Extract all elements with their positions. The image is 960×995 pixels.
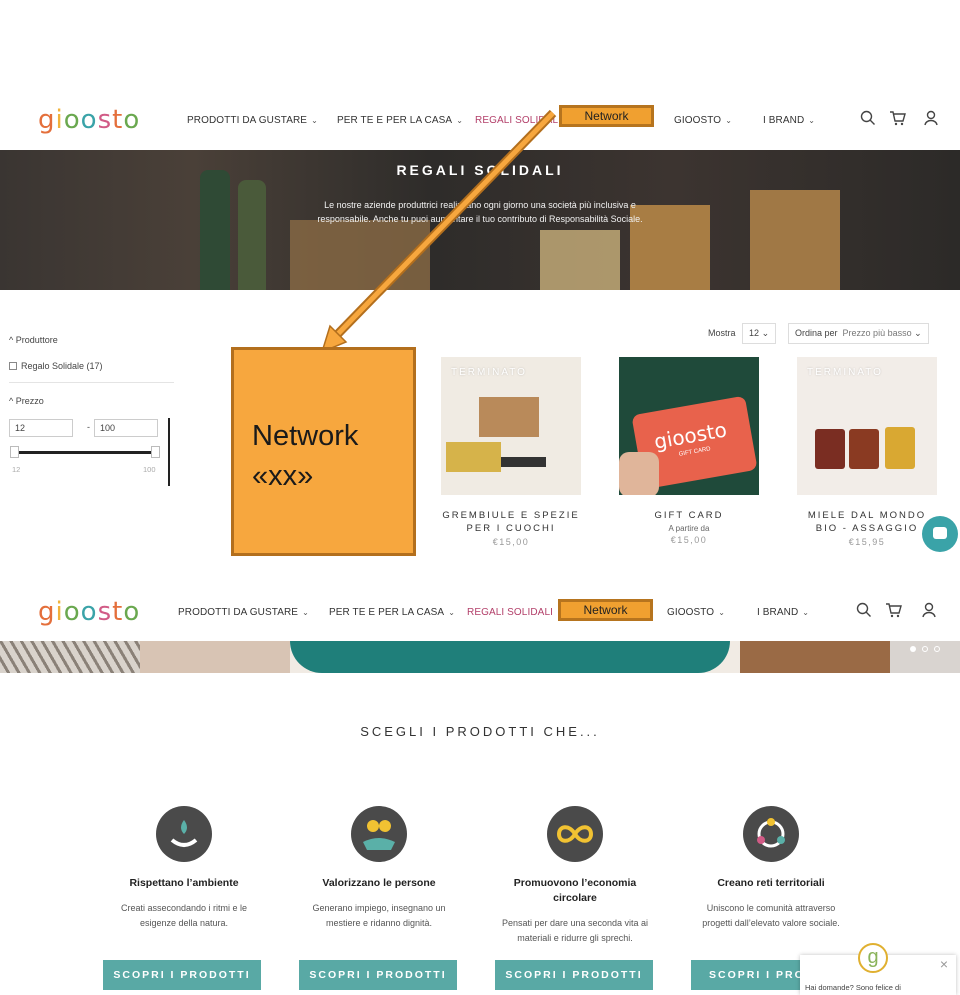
scopri-prodotti-button[interactable]: SCOPRI I PRODOTTI [103, 960, 261, 990]
annotation-line: «xx» [252, 460, 314, 492]
gioosto-logo[interactable]: gioosto [38, 597, 140, 627]
section-title: SCEGLI I PRODOTTI CHE... [360, 724, 600, 739]
infinity-icon [547, 806, 603, 862]
feature-desc: Creati assecondando i ritmi e le esigenz… [120, 903, 248, 928]
annotation-line: Network [252, 420, 359, 452]
chevron-down-icon: ⌄ [302, 607, 309, 617]
feature-title: Valorizzano le persone [322, 877, 436, 889]
feature-persone: Valorizzano le persone Generano impiego,… [299, 806, 459, 931]
nav-label: GIOOSTO [667, 606, 715, 618]
slider-dot[interactable] [910, 646, 916, 652]
nav-i-brand[interactable]: I BRAND ⌄ [757, 607, 809, 618]
scopri-prodotti-button[interactable]: SCOPRI I PRODOTTI [495, 960, 653, 990]
network-annotation-box: Network «xx» [231, 347, 416, 556]
slider-dot[interactable] [922, 646, 928, 652]
feature-desc: Pensati per dare una seconda vita ai mat… [501, 918, 649, 943]
user-icon[interactable] [922, 602, 936, 623]
nav-label: I BRAND [757, 606, 799, 618]
nav-label: PRODOTTI DA GUSTARE [178, 606, 299, 618]
feature-title: Rispettano l’ambiente [129, 877, 239, 889]
feature-title: Promuovono l’economia circolare [513, 877, 637, 904]
nav-prodotti-da-gustare[interactable]: PRODOTTI DA GUSTARE ⌄ [178, 607, 309, 618]
people-icon [351, 806, 407, 862]
feature-reti-territoriali: Creano reti territoriali Uniscono le com… [691, 806, 851, 931]
search-icon[interactable] [856, 602, 872, 623]
feature-ambiente: Rispettano l’ambiente Creati assecondand… [104, 806, 264, 931]
teal-bowl-image [290, 641, 730, 673]
textile-image [0, 641, 140, 673]
feature-desc: Generano impiego, insegnano un mestiere … [312, 903, 446, 928]
feature-title: Creano reti territoriali [717, 877, 825, 889]
nav-per-te-e-per-la-casa[interactable]: PER TE E PER LA CASA ⌄ [329, 607, 455, 618]
hero-slider[interactable] [0, 641, 960, 673]
nav-regali-solidali[interactable]: REGALI SOLIDALI [467, 607, 553, 618]
chat-popup-message: Hai domande? Sono felice di [805, 983, 901, 992]
network-icon [743, 806, 799, 862]
nav-label: PER TE E PER LA CASA [329, 606, 445, 618]
feature-desc: Uniscono le comunità attraverso progetti… [702, 903, 840, 928]
nav-network-highlight[interactable]: Network [558, 599, 653, 621]
chevron-down-icon: ⌄ [802, 607, 810, 617]
leaf-hand-icon [156, 806, 212, 862]
feature-economia-circolare: Promuovono l’economia circolare Pensati … [495, 806, 655, 946]
scopri-prodotti-button[interactable]: SCOPRI I PRODOTTI [299, 960, 457, 990]
chat-avatar-logo[interactable]: g [858, 943, 888, 973]
chevron-down-icon: ⌄ [718, 607, 726, 617]
close-icon[interactable]: × [940, 956, 948, 972]
nav-gioosto[interactable]: GIOOSTO ⌄ [667, 607, 725, 618]
slider-dot[interactable] [934, 646, 940, 652]
cart-icon[interactable] [885, 602, 903, 623]
fabric-image [140, 641, 290, 673]
wood-image [740, 641, 890, 673]
chevron-down-icon: ⌄ [448, 607, 456, 617]
header-nav-second: gioosto PRODOTTI DA GUSTARE ⌄ PER TE E PE… [0, 590, 960, 634]
annotation-text: Network «xx» [252, 416, 358, 496]
